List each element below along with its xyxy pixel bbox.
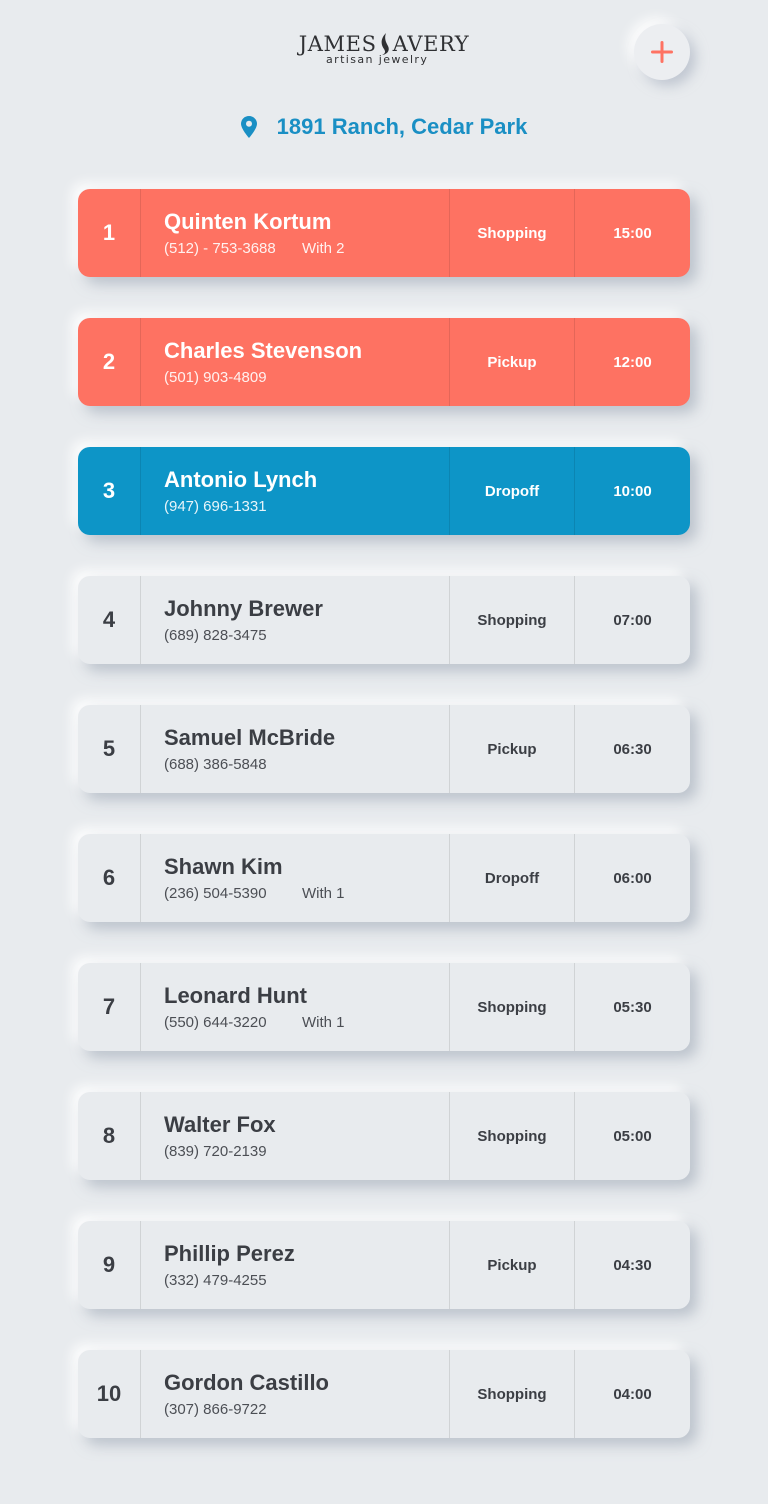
customer-details: (839) 720-2139	[164, 1143, 449, 1161]
visit-type: Pickup	[450, 1221, 575, 1309]
customer-details: (947) 696-1331	[164, 498, 449, 516]
visit-type: Dropoff	[450, 834, 575, 922]
customer-details: (688) 386-5848	[164, 756, 449, 774]
visit-type: Pickup	[450, 705, 575, 793]
wait-time: 06:30	[613, 740, 652, 758]
customer-name: Charles Stevenson	[164, 337, 363, 363]
visit-type: Pickup	[450, 318, 575, 406]
wait-time: 05:30	[613, 998, 652, 1016]
customer-details: (332) 479-4255	[164, 1272, 449, 1290]
wait-time: 10:00	[613, 482, 652, 500]
wait-time: 12:00	[613, 353, 652, 371]
customer-details: (307) 866-9722	[164, 1401, 449, 1419]
queue-position: 3	[78, 447, 141, 535]
wait-time: 15:00	[613, 224, 652, 242]
customer-info: Shawn Kim (236) 504-5390 With 1	[141, 834, 450, 922]
customer-name: Gordon Castillo	[164, 1369, 329, 1395]
customer-details: (501) 903-4809	[164, 369, 449, 387]
location-label: 1891 Ranch, Cedar Park	[276, 114, 528, 139]
customer-phone: (512) - 753-3688	[164, 239, 276, 257]
customer-phone: (688) 386-5848	[164, 755, 267, 773]
visit-type: Shopping	[450, 189, 575, 277]
queue-position: 9	[78, 1221, 141, 1309]
queue-card[interactable]: 3 Antonio Lynch (947) 696-1331 Dropoff 10:00	[78, 447, 690, 535]
queue-position: 7	[78, 963, 141, 1051]
queue-card[interactable]: 7 Leonard Hunt (550) 644-3220 With 1 Shoppin…	[78, 963, 690, 1051]
customer-details: (512) - 753-3688 With 2	[164, 240, 449, 258]
wait-time: 06:00	[613, 869, 652, 887]
visit-type: Shopping	[450, 1092, 575, 1180]
visit-type: Dropoff	[450, 447, 575, 535]
customer-info: Phillip Perez (332) 479-4255	[141, 1221, 450, 1309]
wait-time: 07:00	[613, 611, 652, 629]
customer-info: Leonard Hunt (550) 644-3220 With 1	[141, 963, 450, 1051]
wait-time: 05:00	[613, 1127, 652, 1145]
customer-phone: (689) 828-3475	[164, 626, 267, 644]
wait-time: 04:30	[613, 1256, 652, 1274]
customer-name: Samuel McBride	[164, 724, 336, 750]
queue-card[interactable]: 10 Gordon Castillo (307) 866-9722 Shopping 0…	[78, 1350, 690, 1438]
customer-info: Charles Stevenson (501) 903-4809	[141, 318, 450, 406]
brand-logo: JAMES AVERY artisan jewelry	[288, 32, 480, 78]
customer-details: (550) 644-3220 With 1	[164, 1014, 449, 1032]
plus-icon	[651, 41, 673, 63]
queue-card[interactable]: 9 Phillip Perez (332) 479-4255 Pickup 04:30	[78, 1221, 690, 1309]
party-size: With 1	[302, 884, 345, 902]
customer-phone: (839) 720-2139	[164, 1142, 267, 1160]
customer-phone: (236) 504-5390	[164, 884, 267, 902]
queue-position: 4	[78, 576, 141, 664]
queue-position: 1	[78, 189, 141, 277]
header: JAMES AVERY artisan jewelry	[0, 0, 768, 100]
queue-card[interactable]: 2 Charles Stevenson (501) 903-4809 Pickup 12…	[78, 318, 690, 406]
customer-phone: (550) 644-3220	[164, 1013, 267, 1031]
queue-position: 8	[78, 1092, 141, 1180]
customer-phone: (307) 866-9722	[164, 1400, 267, 1418]
customer-name: Johnny Brewer	[164, 595, 323, 621]
queue-position: 2	[78, 318, 141, 406]
customer-info: Walter Fox (839) 720-2139	[141, 1092, 450, 1180]
queue-position: 6	[78, 834, 141, 922]
party-size: With 1	[302, 1013, 345, 1031]
customer-details: (689) 828-3475	[164, 627, 449, 645]
visit-type: Shopping	[450, 963, 575, 1051]
queue-card[interactable]: 8 Walter Fox (839) 720-2139 Shopping 05:00	[78, 1092, 690, 1180]
visit-type: Shopping	[450, 576, 575, 664]
customer-name: Antonio Lynch	[164, 466, 318, 492]
customer-name: Walter Fox	[164, 1111, 276, 1137]
customer-name: Quinten Kortum	[164, 208, 332, 234]
queue-card[interactable]: 4 Johnny Brewer (689) 828-3475 Shopping 07:0…	[78, 576, 690, 664]
queue-position: 5	[78, 705, 141, 793]
customer-phone: (947) 696-1331	[164, 497, 267, 515]
customer-details: (236) 504-5390 With 1	[164, 885, 449, 903]
party-size: With 2	[302, 239, 345, 257]
customer-info: Samuel McBride (688) 386-5848	[141, 705, 450, 793]
customer-name: Phillip Perez	[164, 1240, 295, 1266]
customer-info: Quinten Kortum (512) - 753-3688 With 2	[141, 189, 450, 277]
add-customer-button[interactable]	[634, 24, 690, 80]
queue-position: 10	[78, 1350, 141, 1438]
customer-name: Leonard Hunt	[164, 982, 307, 1008]
customer-phone: (332) 479-4255	[164, 1271, 267, 1289]
customer-info: Johnny Brewer (689) 828-3475	[141, 576, 450, 664]
customer-info: Gordon Castillo (307) 866-9722	[141, 1350, 450, 1438]
wait-time: 04:00	[613, 1385, 652, 1403]
customer-phone: (501) 903-4809	[164, 368, 267, 386]
queue-card[interactable]: 5 Samuel McBride (688) 386-5848 Pickup 06:30	[78, 705, 690, 793]
customer-name: Shawn Kim	[164, 853, 283, 879]
map-pin-icon	[240, 116, 257, 138]
visit-type: Shopping	[450, 1350, 575, 1438]
queue-card[interactable]: 6 Shawn Kim (236) 504-5390 With 1 Dropoff 06:…	[78, 834, 690, 922]
customer-info: Antonio Lynch (947) 696-1331	[141, 447, 450, 535]
location-selector[interactable]: 1891 Ranch, Cedar Park	[0, 110, 768, 144]
queue-card[interactable]: 1 Quinten Kortum (512) - 753-3688 With 2 Sho…	[78, 189, 690, 277]
